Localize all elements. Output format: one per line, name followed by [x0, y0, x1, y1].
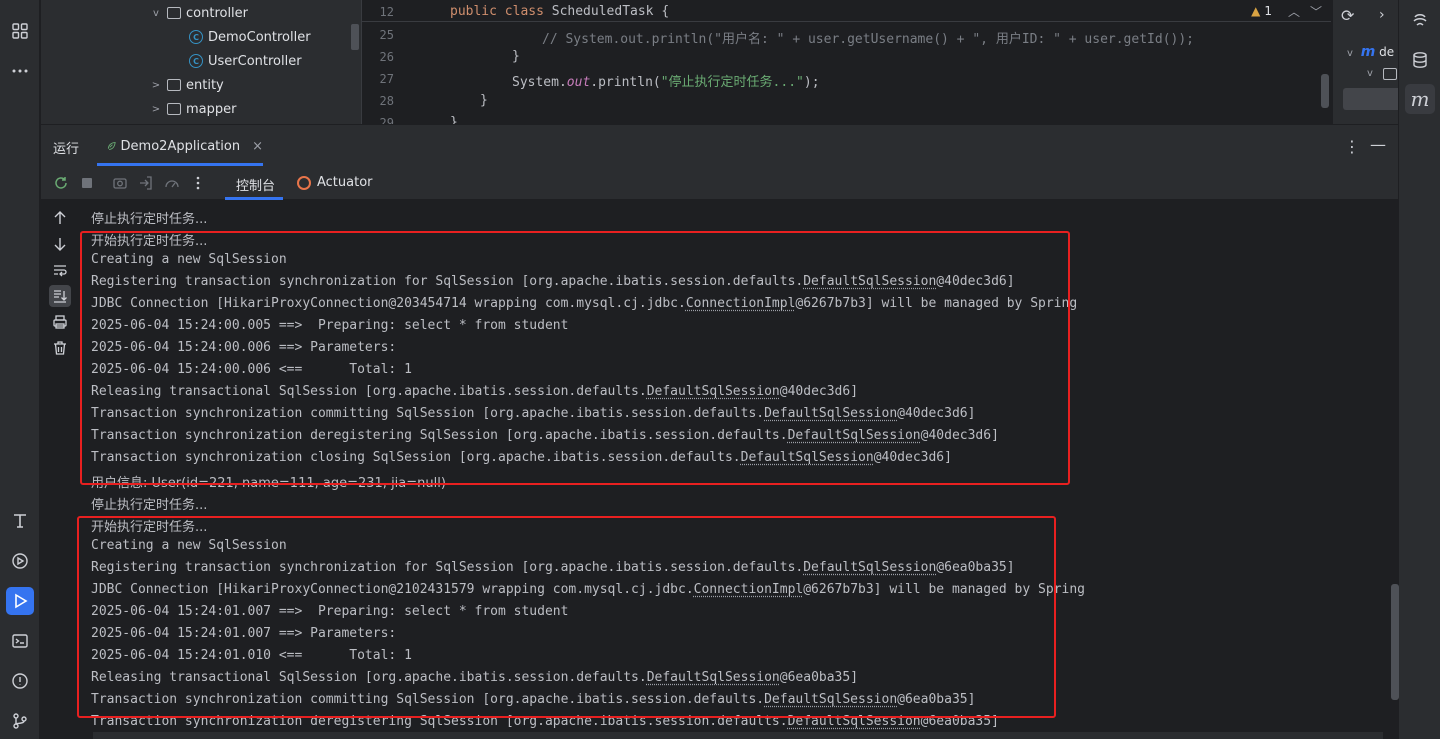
- camera-icon[interactable]: [111, 174, 129, 192]
- run-toolbar: 控制台 Actuator: [41, 166, 1398, 200]
- close-icon[interactable]: ×: [252, 139, 263, 154]
- more-options-icon[interactable]: ⋮: [1344, 137, 1360, 156]
- tab-label: 控制台: [236, 179, 276, 194]
- refresh-icon[interactable]: ⟳: [1341, 6, 1354, 25]
- database-icon[interactable]: [1405, 45, 1435, 75]
- code-line: }: [512, 49, 520, 64]
- tab-demo2application[interactable]: Demo2Application ×: [97, 125, 263, 167]
- warning-badge[interactable]: ▲ 1: [1251, 4, 1272, 18]
- login-icon[interactable]: [137, 174, 155, 192]
- sticky-code-line: public class ScheduledTask {: [450, 4, 670, 19]
- line-number: 12: [379, 5, 394, 19]
- chevron-right-icon[interactable]: ›: [1379, 7, 1385, 23]
- run-panel-header: 运行 Demo2Application × ⋮ —: [41, 124, 1398, 166]
- scroll-to-end-icon[interactable]: [49, 285, 71, 307]
- chevron-right-icon[interactable]: >: [149, 104, 163, 115]
- tab-label: Actuator: [317, 175, 373, 190]
- horizontal-scrollbar[interactable]: [93, 732, 1383, 739]
- console-line: 停止执行定时任务...: [91, 212, 208, 227]
- chevron-down-icon[interactable]: v: [1367, 68, 1373, 79]
- ai-assistant-icon[interactable]: [1405, 5, 1435, 35]
- console-scrollbar[interactable]: [1391, 584, 1399, 700]
- tab-label: Demo2Application: [120, 138, 241, 154]
- code-line: }: [450, 115, 458, 124]
- spring-app-icon: [107, 142, 116, 150]
- java-class-icon: C: [189, 54, 203, 68]
- java-class-icon: C: [189, 30, 203, 44]
- more-vertical-icon[interactable]: [189, 174, 207, 192]
- problem-navigation: ︿ ﹀: [1288, 3, 1322, 20]
- services-icon[interactable]: [6, 547, 34, 575]
- tree-item-usercontroller[interactable]: C UserController: [189, 49, 302, 73]
- warning-count: 1: [1264, 4, 1272, 18]
- folder-icon: [167, 103, 181, 115]
- tree-item-label: DemoController: [208, 29, 311, 45]
- git-icon[interactable]: [6, 707, 34, 735]
- line-number: 29: [379, 116, 394, 124]
- tree-item-label: entity: [186, 77, 224, 93]
- soft-wrap-icon[interactable]: [49, 259, 71, 281]
- font-tool-icon[interactable]: [6, 507, 34, 535]
- actuator-icon: [297, 175, 311, 190]
- selected-row[interactable]: [1343, 88, 1398, 110]
- highlight-box: [80, 231, 1070, 485]
- line-number: 28: [379, 94, 394, 108]
- stop-icon[interactable]: [78, 174, 96, 192]
- mybatis-icon: m: [1360, 44, 1376, 60]
- tab-actuator[interactable]: Actuator: [297, 175, 373, 190]
- structure-panel: ⟳ › v m de v: [1332, 0, 1398, 124]
- tree-item-entity[interactable]: > entity: [149, 73, 224, 97]
- mybatis-tool-icon[interactable]: m: [1405, 84, 1435, 114]
- line-number: 27: [379, 72, 394, 86]
- project-structure-icon[interactable]: [6, 17, 34, 45]
- terminal-icon[interactable]: [6, 627, 34, 655]
- editor-scrollbar[interactable]: [1321, 74, 1329, 108]
- tree-item-controller[interactable]: v controller: [149, 1, 248, 25]
- project-tree-panel: v controller C DemoController C UserCont…: [41, 0, 361, 124]
- arrow-down-icon[interactable]: [49, 233, 71, 255]
- tab-console[interactable]: 控制台: [236, 175, 275, 194]
- print-icon[interactable]: [49, 311, 71, 333]
- folder-icon: [167, 7, 181, 19]
- line-number: 26: [379, 50, 394, 64]
- minimize-icon[interactable]: —: [1370, 135, 1386, 154]
- structure-item[interactable]: v m de: [1347, 44, 1394, 60]
- right-tool-strip: m: [1398, 0, 1440, 739]
- rerun-icon[interactable]: [52, 174, 70, 192]
- tree-scrollbar[interactable]: [351, 24, 359, 50]
- folder-icon: [1383, 68, 1398, 83]
- trash-icon[interactable]: [49, 337, 71, 359]
- tree-item-label: controller: [186, 5, 249, 21]
- console-side-toolbar: [41, 200, 81, 739]
- chevron-down-icon[interactable]: ﹀: [1310, 3, 1322, 20]
- arrow-up-icon[interactable]: [49, 207, 71, 229]
- tree-item-mapper[interactable]: > mapper: [149, 97, 237, 121]
- warning-icon: ▲: [1251, 4, 1261, 18]
- sticky-header[interactable]: 12 public class ScheduledTask { ▲ 1 ︿ ﹀: [362, 0, 1331, 22]
- run-panel-title: 运行: [53, 142, 80, 157]
- code-editor[interactable]: 25 // System.out.println("用户名: " + user.…: [361, 0, 1331, 124]
- folder-icon: [167, 79, 181, 91]
- profiler-icon[interactable]: [163, 174, 181, 192]
- code-line: }: [480, 93, 488, 108]
- tree-item-label: mapper: [186, 101, 237, 117]
- tree-item-democontroller[interactable]: C DemoController: [189, 25, 311, 49]
- console-line: 停止执行定时任务...: [91, 498, 208, 513]
- code-line: // System.out.println("用户名: " + user.get…: [542, 32, 1194, 47]
- highlight-box: [77, 516, 1056, 718]
- more-tools-icon[interactable]: [6, 57, 34, 85]
- run-tool-icon[interactable]: [6, 587, 34, 615]
- code-line: System.out.println("停止执行定时任务...");: [512, 75, 820, 90]
- left-tool-strip: [0, 0, 40, 739]
- line-number: 25: [379, 28, 394, 42]
- tree-item-label: UserController: [208, 53, 302, 69]
- chevron-up-icon[interactable]: ︿: [1288, 3, 1300, 20]
- chevron-down-icon[interactable]: v: [149, 8, 163, 19]
- chevron-right-icon[interactable]: >: [149, 80, 163, 91]
- problems-icon[interactable]: [6, 667, 34, 695]
